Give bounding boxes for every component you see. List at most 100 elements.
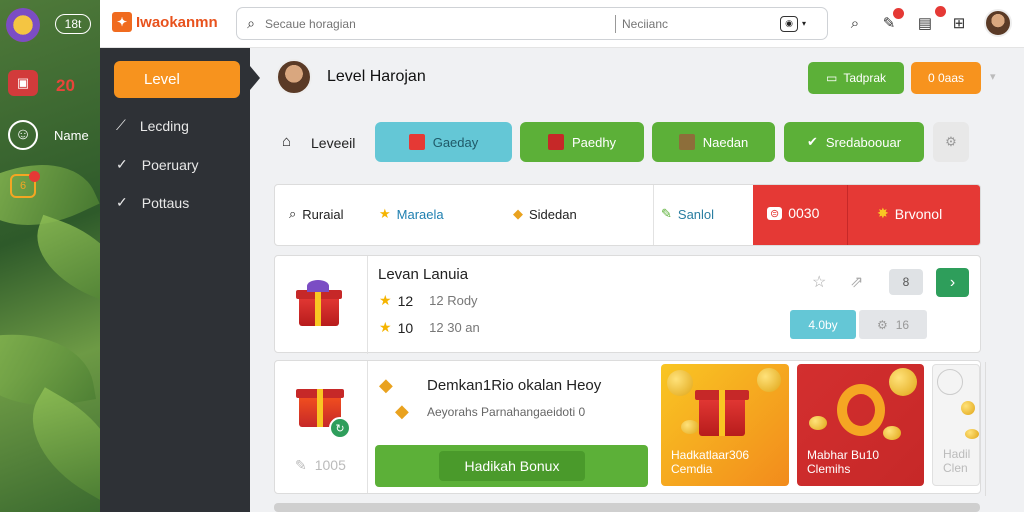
star-icon: ★ [379,319,392,335]
notification-icon[interactable]: ✎ [878,8,904,34]
reward-card: Levan Lanuia ★ 12 12 Rody ★ 10 12 30 an … [274,255,981,354]
bonus-tile[interactable]: Hadil Clen [932,364,980,486]
inbox-icon[interactable]: ▤ [914,6,946,34]
cube-icon: ◆ [513,206,523,221]
star-icon: ★ [379,292,392,308]
tab-sidedan[interactable]: ◆ Sidedan [513,206,577,222]
share-icon[interactable]: ⇗ [850,272,863,292]
rail-item-inbox[interactable]: ▣ [8,70,38,96]
chip-paedhy[interactable]: Paedhy [520,122,644,162]
brand[interactable]: ✦ Iwaokanmn [112,12,218,32]
pencil-icon: ✎ [295,457,307,473]
next-button[interactable]: › [936,268,969,297]
promo-banner[interactable]: ⊜ 0030 ✸ Brvonol [753,185,980,245]
search-icon: ⌕ [247,15,255,31]
box-icon [678,134,695,150]
tab-maraela[interactable]: ★ Maraela [379,206,444,222]
search-icon[interactable]: ⌕ [844,12,866,34]
search-icon: ⌕ [289,206,297,221]
reward-value-chip[interactable]: ⚙ 16 [859,310,927,339]
tab-sanlol[interactable]: ✎ Sanlol [661,206,714,222]
brand-name: Iwaokanmn [136,13,218,31]
gift-box-icon [293,278,349,334]
bonus-counter: ✎ 1005 [295,457,346,473]
calendar-icon [408,134,425,150]
bonus-tile[interactable]: Mabhar Bu10 Clemihs [797,364,924,486]
sidebar-item-pottaus[interactable]: ✓ Pottaus [116,194,189,211]
mini-badge[interactable]: 8 [889,269,923,295]
rail-count: 20 [56,76,75,95]
sidebar-pointer [250,66,260,90]
star-icon: ★ [379,206,391,221]
bonus-title: Demkan1Rio okalan Heoy [427,377,602,394]
settings-icon: ⚙ [876,317,888,332]
ticket-icon: ⊜ [767,206,783,220]
bonus-tile[interactable]: Hadkatlaar306 Cemdia [661,364,789,486]
left-rail: 18t ▣ 20 ☺ Name 6 [0,0,100,512]
search-input[interactable] [265,16,605,31]
divider [653,185,654,245]
chip-gaeday[interactable]: Gaeday [375,122,512,162]
secondary-search-input[interactable] [622,16,762,31]
check-icon: ✓ [116,194,128,210]
sidebar-item-level[interactable]: Level [114,61,240,98]
camera-icon[interactable]: ◉ [780,15,798,32]
coin-c-icon [837,384,885,436]
gift-icon [547,134,564,150]
coin-icon [937,369,963,395]
promo-b: ✸ Brvonol [877,205,943,222]
bonus-cta-button[interactable]: Hadikah Bonux [375,445,648,487]
more-chip[interactable]: ⚙ [933,122,969,162]
divider [847,185,848,245]
gift-box-icon: ↻ [293,375,353,439]
tile-label: Mabhar Bu10 Clemihs [807,448,880,476]
brand-logo-icon: ✦ [112,12,132,32]
pencil-icon: ✎ [661,206,672,221]
leaf-decoration [9,387,100,503]
app-logo-icon [6,8,40,42]
chip-naedan[interactable]: Naedan [652,122,775,162]
settings-icon: ⚙ [945,134,957,149]
search-bar: ⌕ ◉ ▾ [236,7,828,40]
divider [367,256,368,354]
chevron-down-icon[interactable]: ▾ [990,70,996,83]
tile-label: Hadkatlaar306 Cemdia [671,448,750,476]
gift-box-icon [695,380,755,440]
reward-title: Levan Lanuia [378,266,469,283]
tab-ruraial[interactable]: ⌕ Ruraial [289,206,343,222]
rail-item-profile[interactable]: ☺ Name [8,120,89,150]
leaf-decoration [22,214,100,306]
grid-icon[interactable]: ⊞ [948,12,970,34]
reward-chip[interactable]: 4.0by [790,310,856,339]
avatar[interactable] [984,9,1012,37]
divider [367,361,368,493]
rail-time-badge: 18t [55,14,91,34]
check-icon: ✓ [116,156,128,172]
secondary-action-button[interactable]: 0 0aas [911,62,981,94]
tabs-card: ⌕ Ruraial ★ Maraela ◆ Sidedan ✎ Sanlol ⊜ 003… [274,184,981,246]
screen-icon: ▭ [825,71,838,85]
divider [985,362,986,496]
search-divider [615,14,616,33]
chip-sredaboouar[interactable]: ✔ Sredaboouar [784,122,924,162]
horizontal-scrollbar[interactable] [274,503,980,512]
reward-row: ★ 10 12 30 an [379,319,480,336]
rail-item-alerts[interactable]: 6 [10,171,40,198]
reward-row: ★ 12 12 Rody [379,292,478,309]
sidebar-item-leading[interactable]: ⟋ Lecding [116,117,189,134]
primary-action-button[interactable]: ▭ Tadprak [808,62,904,94]
sparkle-icon: ✸ [877,205,889,221]
sidebar-item-february[interactable]: ✓ Poeruary [116,156,199,173]
bonus-subtitle: Aeyorahs Parnahangaeidoti 0 [427,405,586,419]
checkmark-icon: ✔ [806,134,818,149]
profile-icon: ☺ [8,120,38,150]
alert-icon: 6 [10,171,40,198]
tile-label: Hadil Clen [943,447,971,475]
caret-down-icon[interactable]: ▾ [802,19,806,28]
page-title: Level Harojan [327,68,426,85]
page-avatar [276,59,312,95]
home-icon: ⌂ [282,133,292,150]
promo-a: ⊜ 0030 [767,205,819,221]
star-outline-icon[interactable]: ☆ [812,272,826,292]
rail-logo[interactable] [6,8,40,42]
